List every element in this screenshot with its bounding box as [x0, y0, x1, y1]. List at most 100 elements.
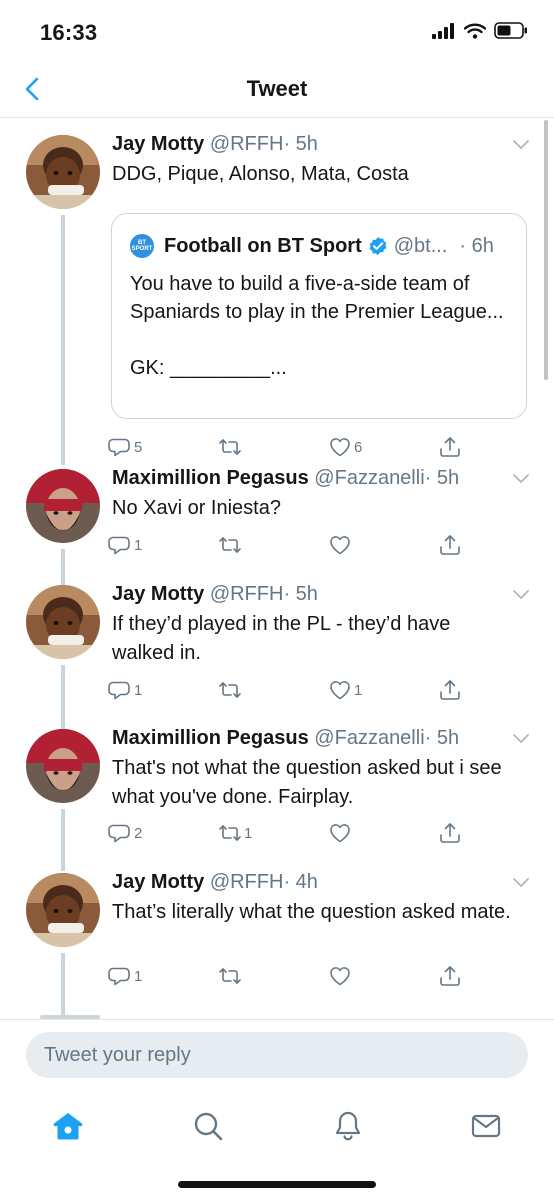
reply-button[interactable]: 1 — [108, 678, 142, 702]
notifications-icon[interactable] — [330, 1108, 366, 1144]
reply-count: 1 — [134, 681, 143, 699]
author-handle: @Fazzanelli — [314, 727, 425, 749]
tweet[interactable]: Jay Motty @RFFH· 5h DDG, Pique, Alonso, … — [0, 133, 554, 465]
quoted-tweet[interactable]: BT SPORT Football on BT Sport @bt... · 6h… — [111, 213, 527, 419]
author-name[interactable]: Jay Motty — [112, 871, 204, 893]
reply-button[interactable]: 5 — [108, 435, 142, 459]
reply-icon — [108, 964, 132, 988]
like-button[interactable] — [328, 964, 354, 988]
reply-button[interactable]: 2 — [108, 821, 142, 845]
author-name[interactable]: Jay Motty — [112, 583, 204, 605]
tweet[interactable]: Maximillion Pegasus @Fazzanelli· 5h No X… — [0, 467, 554, 585]
retweet-button[interactable] — [218, 533, 244, 557]
tweet[interactable]: Maximillion Pegasus @Fazzanelli· 5h That… — [0, 727, 554, 875]
avatar[interactable] — [26, 873, 100, 947]
avatar[interactable] — [26, 729, 100, 803]
retweet-button[interactable]: 1 — [218, 821, 252, 845]
heart-icon — [328, 435, 352, 459]
reply-icon — [108, 533, 132, 557]
heart-icon — [328, 533, 352, 557]
signal-icon — [432, 22, 454, 39]
reply-icon — [108, 678, 132, 702]
like-count: 6 — [354, 438, 363, 456]
verified-badge-icon — [369, 237, 387, 255]
tweet[interactable]: Jay Motty @RFFH· 4h That’s literally wha… — [0, 871, 554, 1019]
author-handle: @RFFH — [209, 133, 284, 155]
reply-count: 1 — [134, 967, 143, 985]
tweet-time: · 5h — [283, 583, 318, 605]
share-icon — [438, 435, 462, 459]
author-handle: @Fazzanelli — [314, 467, 425, 489]
tweet[interactable]: Jay Motty @RFFH· 5h If they’d played in … — [0, 583, 554, 731]
chevron-down-icon[interactable] — [512, 733, 530, 745]
status-icons — [432, 22, 528, 39]
tweet-text: DDG, Pique, Alonso, Mata, Costa — [112, 163, 409, 185]
avatar[interactable] — [26, 135, 100, 209]
tweet-actions: 5 6 — [108, 435, 468, 465]
quoted-tweet-time: · 6h — [459, 234, 494, 257]
retweet-icon — [218, 964, 242, 988]
like-button[interactable]: 6 — [328, 435, 362, 459]
reply-button[interactable]: 1 — [108, 964, 142, 988]
chevron-down-icon[interactable] — [512, 877, 530, 889]
share-button[interactable] — [438, 821, 462, 845]
share-button[interactable] — [438, 533, 462, 557]
search-icon[interactable] — [190, 1108, 226, 1144]
share-button[interactable] — [438, 435, 462, 459]
reply-icon — [108, 821, 132, 845]
bt-sport-logo: BT SPORT — [130, 234, 154, 258]
retweet-icon — [218, 533, 242, 557]
like-button[interactable]: 1 — [328, 678, 362, 702]
thread-line — [61, 549, 65, 585]
tweet-text: That's not what the question asked but i… — [112, 757, 502, 808]
like-button[interactable] — [328, 533, 354, 557]
retweet-count: 1 — [244, 824, 253, 842]
retweet-icon — [218, 435, 242, 459]
avatar[interactable] — [26, 585, 100, 659]
author-handle: @RFFH — [209, 871, 284, 893]
tweet-time: · 5h — [424, 467, 460, 489]
like-count: 1 — [354, 681, 363, 699]
conversation-thread[interactable]: Jay Motty @RFFH· 5h DDG, Pique, Alonso, … — [0, 119, 554, 1019]
retweet-button[interactable] — [218, 964, 244, 988]
tweet-header: Jay Motty @RFFH· 5h — [112, 133, 318, 156]
retweet-button[interactable] — [218, 678, 244, 702]
reply-count: 1 — [134, 536, 143, 554]
chevron-down-icon[interactable] — [512, 139, 530, 151]
chevron-down-icon[interactable] — [512, 589, 530, 601]
quoted-tweet-header: BT SPORT Football on BT Sport @bt... · 6h — [130, 234, 494, 258]
author-name[interactable]: Maximillion Pegasus — [112, 727, 309, 749]
tweet-text: No Xavi or Iniesta? — [112, 497, 281, 519]
tweet-header: Maximillion Pegasus @Fazzanelli· 5h — [112, 727, 459, 750]
chevron-down-icon[interactable] — [512, 473, 530, 485]
wifi-icon — [464, 23, 486, 39]
status-time: 16:33 — [40, 20, 98, 45]
tweet-actions: 1 1 — [108, 678, 468, 708]
share-button[interactable] — [438, 678, 462, 702]
share-icon — [438, 964, 462, 988]
page-title: Tweet — [246, 76, 308, 101]
author-handle: @RFFH — [209, 583, 284, 605]
tweet-actions: 1 — [108, 533, 468, 563]
like-button[interactable] — [328, 821, 354, 845]
heart-icon — [328, 678, 352, 702]
tweet-header: Maximillion Pegasus @Fazzanelli· 5h — [112, 467, 459, 490]
heart-icon — [328, 964, 352, 988]
home-indicator[interactable] — [178, 1181, 376, 1188]
avatar[interactable] — [26, 469, 100, 543]
reply-input[interactable]: Tweet your reply — [26, 1032, 528, 1078]
retweet-icon — [218, 678, 242, 702]
tweet-header: Jay Motty @RFFH· 4h — [112, 871, 318, 894]
share-button[interactable] — [438, 964, 462, 988]
author-name[interactable]: Maximillion Pegasus — [112, 467, 309, 489]
retweet-button[interactable] — [218, 435, 244, 459]
home-icon[interactable] — [50, 1108, 86, 1144]
reply-button[interactable]: 1 — [108, 533, 142, 557]
share-icon — [438, 533, 462, 557]
scrollbar[interactable] — [544, 120, 548, 380]
author-name[interactable]: Jay Motty — [112, 133, 204, 155]
messages-icon[interactable] — [468, 1108, 504, 1144]
tweet-actions: 2 1 — [108, 821, 468, 851]
navigation-bar: Tweet — [0, 62, 554, 118]
quoted-tweet-text: You have to build a five-a-side team of … — [130, 273, 504, 379]
